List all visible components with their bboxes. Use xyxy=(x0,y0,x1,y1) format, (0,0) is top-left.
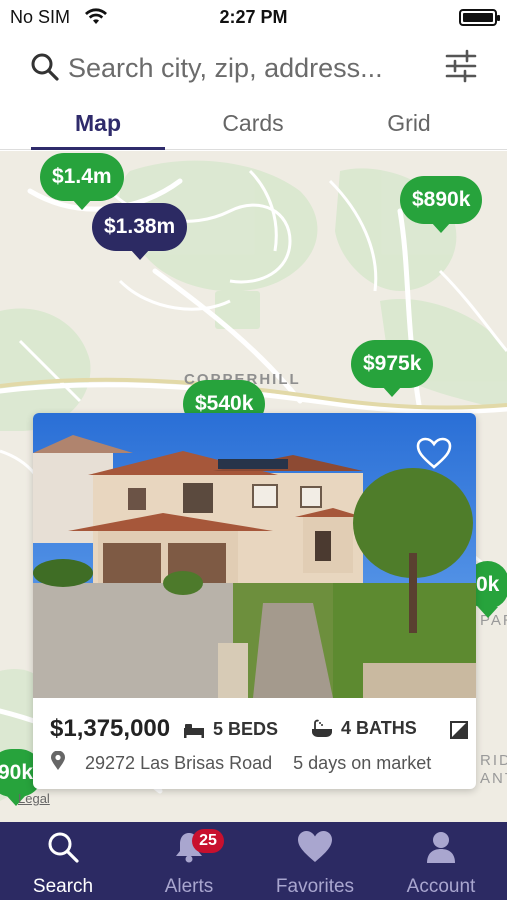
price-pin[interactable]: $1.4m xyxy=(40,153,124,210)
location-pin-icon xyxy=(50,750,66,776)
nav-search-label: Search xyxy=(32,876,94,897)
nav-favorites[interactable]: Favorites xyxy=(252,830,378,898)
price-pin[interactable]: $975k xyxy=(351,340,434,397)
status-bar: No SIM 2:27 PM xyxy=(0,0,507,36)
beds-value: 5 BEDS xyxy=(213,719,279,739)
sqft-spec: 3568 xyxy=(449,719,476,740)
price-pin[interactable]: $890k xyxy=(400,176,483,233)
nav-favorites-label: Favorites xyxy=(275,876,355,897)
heart-icon xyxy=(298,831,332,862)
map-label-ant: ANT xyxy=(480,770,507,787)
baths-value: 4 BATHS xyxy=(341,718,417,738)
nav-alerts[interactable]: 25 Alerts xyxy=(126,829,252,898)
baths-spec: 4 BATHS xyxy=(311,718,431,739)
bed-icon xyxy=(184,723,204,738)
nav-account[interactable]: Account xyxy=(378,830,504,898)
area-icon xyxy=(449,720,468,739)
favorite-heart-icon[interactable] xyxy=(416,437,452,474)
bathtub-icon xyxy=(312,719,333,737)
listing-specs: 5 BEDS 4 BATHS 3568 xyxy=(183,718,476,744)
person-icon xyxy=(427,832,455,863)
search-bar xyxy=(0,36,507,98)
search-icon xyxy=(30,52,60,87)
days-on-market: 5 days on market xyxy=(293,753,432,773)
tab-cards[interactable]: Cards xyxy=(186,110,320,137)
listing-card[interactable]: $1,375,000 5 BEDS 4 BATHS 3568 29272 Las… xyxy=(33,413,476,789)
legal-link[interactable]: Legal xyxy=(18,791,50,806)
clock: 2:27 PM xyxy=(219,7,288,27)
listing-price: $1,375,000 xyxy=(50,715,171,742)
listing-address-row: 29272 Las Brisas Road 5 days on market xyxy=(50,750,432,776)
nav-search[interactable]: Search xyxy=(0,830,126,898)
nav-account-label: Account xyxy=(406,876,476,897)
nav-alerts-label: Alerts xyxy=(164,876,214,897)
alerts-count-badge: 25 xyxy=(192,829,224,853)
map-label-rid: RID xyxy=(480,752,507,769)
view-tabs: Map Cards Grid xyxy=(0,98,507,150)
beds-spec: 5 BEDS xyxy=(183,719,292,740)
battery-icon xyxy=(459,9,500,26)
filter-sliders-icon[interactable] xyxy=(445,48,477,89)
active-tab-indicator xyxy=(31,147,165,150)
bottom-nav: Search 25 Alerts Favorites Account xyxy=(0,822,507,900)
listing-address: 29272 Las Brisas Road xyxy=(85,753,273,773)
selected-price-pin[interactable]: $1.38m xyxy=(92,203,188,260)
search-input[interactable] xyxy=(68,48,428,88)
tab-grid[interactable]: Grid xyxy=(342,110,476,137)
search-icon xyxy=(48,832,79,863)
listing-photo[interactable] xyxy=(33,413,476,698)
tab-map[interactable]: Map xyxy=(31,110,165,137)
